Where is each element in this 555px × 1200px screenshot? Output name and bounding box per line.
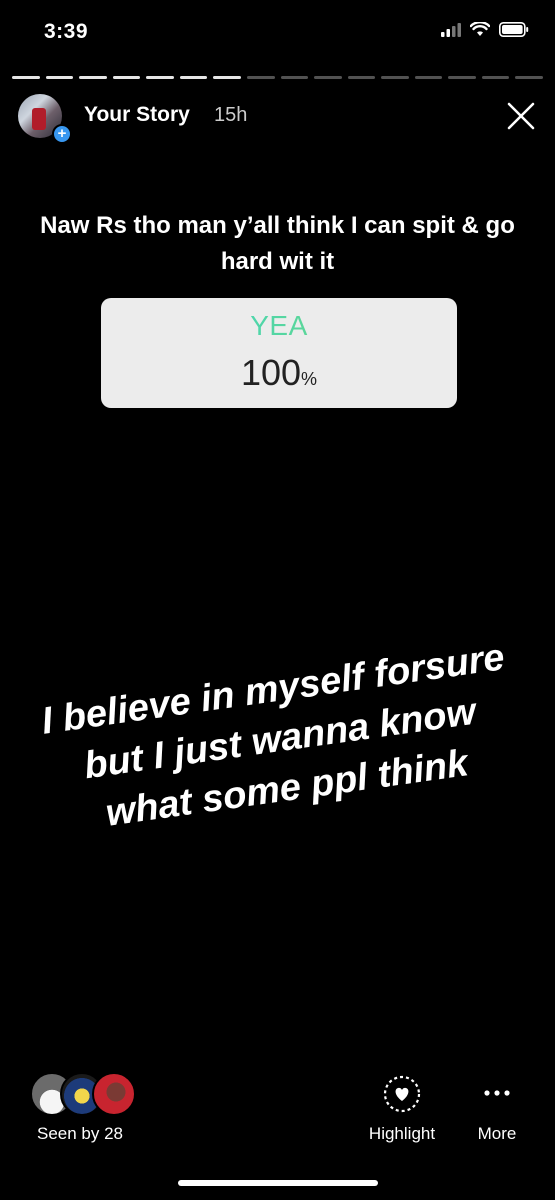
story-owner-name[interactable]: Your Story [84, 103, 190, 127]
highlight-label: Highlight [368, 1124, 436, 1143]
progress-segment [246, 76, 275, 79]
cellular-signal-icon [441, 22, 461, 37]
story-age: 15h [214, 104, 248, 126]
battery-icon [499, 22, 529, 37]
progress-segment [448, 76, 476, 79]
wifi-icon [470, 22, 490, 36]
progress-segment [146, 76, 174, 79]
progress-segment [45, 76, 74, 79]
seen-by-label[interactable]: Seen by 28 [37, 1124, 123, 1144]
progress-segment [481, 76, 510, 79]
story-caption: I believe in myself forsure but I just w… [39, 636, 508, 835]
poll-percent-unit: % [301, 369, 318, 389]
progress-segment [280, 76, 309, 79]
poll-card[interactable]: YEA 100% [101, 298, 457, 408]
status-bar: 3:39 [0, 0, 555, 64]
progress-segment [381, 76, 409, 79]
progress-segment [515, 76, 543, 79]
more-dots-icon [484, 1090, 510, 1096]
story-header: + Your Story 15h [18, 92, 541, 144]
progress-segment [314, 76, 342, 79]
progress-segment [12, 76, 40, 79]
status-time: 3:39 [44, 20, 89, 43]
progress-segment [213, 76, 241, 79]
close-button[interactable] [503, 98, 539, 134]
poll-percent: 100 [240, 352, 302, 393]
poll-option-label: YEA [101, 310, 457, 342]
progress-segment [112, 76, 141, 79]
poll-question: Naw Rs tho man y’all think I can spit & … [40, 212, 515, 275]
story-progress-bar [12, 76, 543, 79]
add-story-plus-icon[interactable]: + [52, 124, 72, 144]
viewer-avatar [92, 1072, 136, 1116]
progress-segment [79, 76, 107, 79]
home-indicator [178, 1180, 378, 1186]
status-icons [441, 22, 529, 37]
progress-segment [347, 76, 376, 79]
more-button[interactable]: More [470, 1072, 524, 1143]
highlight-button[interactable]: Highlight [360, 1072, 444, 1143]
poll-result: 100% [101, 352, 457, 394]
progress-segment [179, 76, 208, 79]
close-icon [507, 102, 535, 130]
progress-segment [414, 76, 443, 79]
viewer-avatars[interactable] [30, 1072, 140, 1116]
more-label: More [477, 1124, 517, 1143]
highlight-heart-icon [383, 1075, 421, 1113]
